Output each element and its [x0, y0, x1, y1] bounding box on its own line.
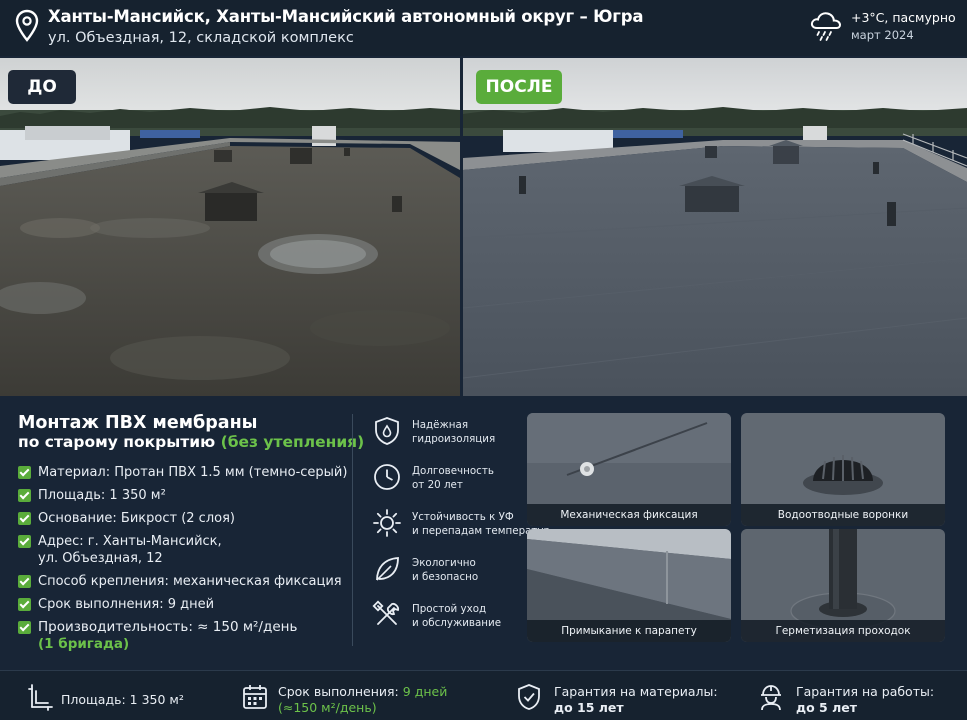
summary-area-text: Площадь: 1 350 м²: [61, 692, 184, 707]
duration-rate: (≈150 м²/день): [278, 700, 377, 715]
fact-material: Материал: Протан ПВХ 1.5 мм (темно-серый…: [18, 464, 348, 481]
fact-productivity: Производительность: ≈ 150 м²/день (1 бри…: [18, 619, 348, 653]
facts-list: Материал: Протан ПВХ 1.5 мм (темно-серый…: [18, 464, 348, 659]
tile-mechanical-fixing: Механическая фиксация: [527, 413, 731, 526]
feature-maintenance: Простой уход и обслуживание: [372, 600, 532, 640]
fact-area: Площадь: 1 350 м²: [18, 487, 348, 504]
fact-text: Площадь: 1 350 м²: [38, 488, 166, 503]
check-icon: [18, 512, 31, 525]
feature-line: Простой уход: [412, 603, 487, 615]
works-warranty-value: до 5 лет: [796, 700, 857, 715]
feature-uv: Устойчивость к УФ и перепадам температур: [372, 508, 550, 548]
photo-before: ДО: [0, 58, 460, 396]
summary-area: Площадь: 1 350 м²: [28, 671, 228, 720]
duration-label: Срок выполнения:: [278, 684, 399, 699]
photo-after: ПОСЛЕ: [463, 58, 967, 396]
fact-text: Срок выполнения: 9 дней: [38, 597, 215, 612]
check-icon: [18, 535, 31, 548]
area-plan-icon: [28, 684, 53, 711]
location-pin-icon: [15, 9, 39, 42]
calendar-icon: [243, 685, 267, 709]
feature-line: и обслуживание: [412, 617, 502, 629]
duration-value: 9 дней: [402, 684, 448, 699]
fact-fixing: Способ крепления: механическая фиксация: [18, 573, 348, 590]
fact-base: Основание: Бикрост (2 слоя): [18, 510, 348, 527]
tile-caption: Водоотводные воронки: [741, 504, 945, 526]
clock-icon: [374, 464, 400, 490]
fact-text: Основание: Бикрост (2 слоя): [38, 511, 235, 526]
project-title: Монтаж ПВХ мембраны: [18, 413, 258, 433]
feature-durability: Долговечность от 20 лет: [372, 462, 532, 502]
summary-duration-text: Срок выполнения: 9 дней (≈150 м²/день): [278, 684, 447, 716]
materials-warranty-value: до 15 лет: [554, 700, 624, 715]
project-subtitle-highlight: (без утепления): [220, 433, 365, 451]
roof-before-image: [0, 58, 460, 396]
feature-line: Надёжная: [412, 419, 469, 431]
feature-line: и безопасно: [412, 571, 479, 583]
tile-pipe-sealing: Герметизация проходок: [741, 529, 945, 642]
after-label: ПОСЛЕ: [476, 70, 562, 104]
tile-caption: Примыкание к парапету: [527, 620, 731, 642]
feature-line: Долговечность: [412, 465, 494, 477]
before-label: ДО: [8, 70, 76, 104]
weather-date: март 2024: [851, 28, 914, 42]
fact-duration: Срок выполнения: 9 дней: [18, 596, 348, 613]
feature-text: Простой уход и обслуживание: [412, 602, 501, 630]
feature-line: Экологично: [412, 557, 476, 569]
feature-line: гидроизоляция: [412, 433, 496, 445]
check-icon: [18, 489, 31, 502]
fact-text: Адрес: г. Ханты-Мансийск,: [38, 534, 222, 549]
summary-duration: Срок выполнения: 9 дней (≈150 м²/день): [242, 671, 462, 720]
leaf-icon: [376, 557, 399, 581]
section-divider: [352, 414, 353, 646]
sun-icon: [373, 509, 401, 537]
fact-address: Адрес: г. Ханты-Мансийск, ул. Объездная,…: [18, 533, 348, 567]
fact-text-highlight: (1 бригада): [38, 636, 130, 652]
fact-text: Способ крепления: механическая фиксация: [38, 574, 342, 589]
materials-warranty-label: Гарантия на материалы:: [554, 684, 718, 699]
check-icon: [18, 466, 31, 479]
check-icon: [18, 575, 31, 588]
feature-waterproofing: Надёжная гидроизоляция: [372, 416, 532, 456]
check-icon: [18, 598, 31, 611]
feature-line: от 20 лет: [412, 479, 463, 491]
summary-works-warranty: Гарантия на работы: до 5 лет: [758, 671, 958, 720]
feature-line: Устойчивость к УФ: [412, 511, 514, 523]
worker-helmet-icon: [761, 685, 781, 711]
works-warranty-label: Гарантия на работы:: [796, 684, 935, 699]
roof-after-image: [463, 58, 967, 396]
tile-drain-funnels: Водоотводные воронки: [741, 413, 945, 526]
feature-text: Долговечность от 20 лет: [412, 464, 494, 492]
project-subtitle: по старому покрытию (без утепления): [18, 433, 364, 451]
cloud-snow-icon: [810, 12, 842, 41]
feature-eco: Экологично и безопасно: [372, 554, 532, 594]
info-panel: Монтаж ПВХ мембраны по старому покрытию …: [0, 398, 967, 670]
summary-materials-warranty: Гарантия на материалы: до 15 лет: [516, 671, 718, 720]
feature-text: Экологично и безопасно: [412, 556, 478, 584]
header: Ханты-Мансийск, Ханты-Мансийский автоном…: [0, 0, 967, 56]
check-icon: [18, 621, 31, 634]
tools-icon: [372, 600, 400, 625]
materials-warranty-text: Гарантия на материалы: до 15 лет: [554, 684, 718, 716]
fact-text-continued: ул. Объездная, 12: [38, 551, 163, 566]
fact-text: Производительность: ≈ 150 м²/день: [38, 619, 298, 635]
feature-text: Надёжная гидроизоляция: [412, 418, 495, 446]
weather-temperature: +3°C, пасмурно: [851, 10, 956, 25]
shield-check-icon: [518, 684, 540, 710]
works-warranty-text: Гарантия на работы: до 5 лет: [796, 684, 934, 716]
water-shield-icon: [375, 417, 399, 445]
tile-caption: Механическая фиксация: [527, 504, 731, 526]
tile-parapet-junction: Примыкание к парапету: [527, 529, 731, 642]
project-subtitle-text: по старому покрытию: [18, 433, 216, 451]
location-title: Ханты-Мансийск, Ханты-Мансийский автоном…: [48, 7, 644, 26]
tile-caption: Герметизация проходок: [741, 620, 945, 642]
summary-bar: Площадь: 1 350 м² Срок выполнения: 9 дне…: [0, 670, 967, 720]
object-address: ул. Объездная, 12, складской комплекс: [48, 30, 354, 46]
fact-text: Материал: Протан ПВХ 1.5 мм (темно-серый…: [38, 465, 348, 480]
